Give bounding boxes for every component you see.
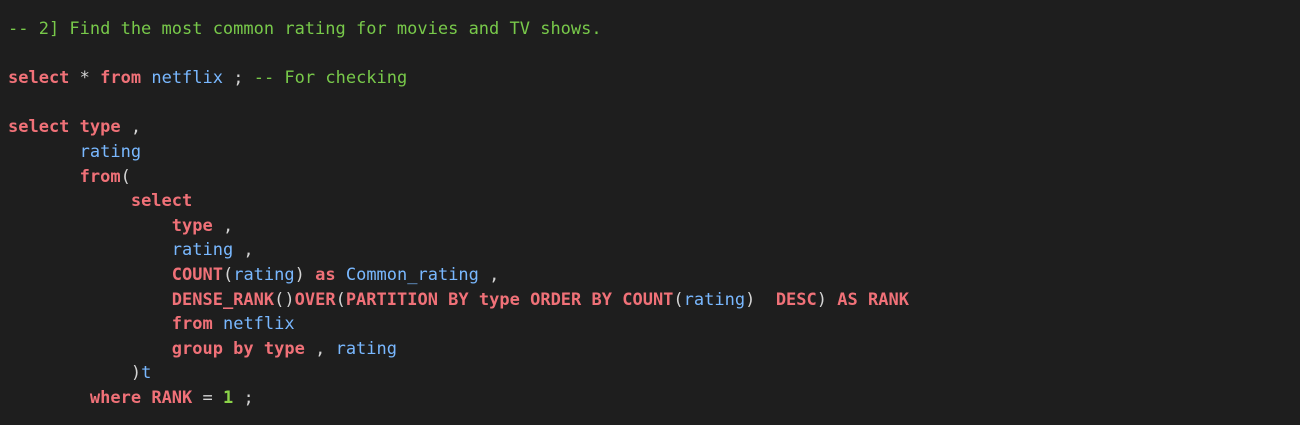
- code-keyword: select: [8, 117, 70, 138]
- code-punctuation: ,: [304, 338, 336, 359]
- code-line[interactable]: select: [8, 189, 1300, 214]
- code-keyword: OVER: [294, 289, 336, 310]
- code-keyword: where: [89, 387, 142, 408]
- code-identifier: rating: [79, 141, 142, 162]
- code-line[interactable]: )t: [8, 361, 1300, 386]
- code-keyword: type: [171, 215, 213, 236]
- code-keyword: ORDER BY: [530, 289, 612, 310]
- code-line[interactable]: [8, 42, 1300, 67]
- code-punctuation: ;: [223, 68, 254, 89]
- code-keyword: RANK: [867, 289, 909, 310]
- code-keyword: type: [79, 117, 121, 138]
- code-line[interactable]: from netflix: [8, 312, 1300, 337]
- code-line[interactable]: type ,: [8, 214, 1300, 239]
- code-comment: -- 2] Find the most common rating for mo…: [8, 19, 602, 39]
- code-keyword: DESC: [775, 289, 817, 310]
- code-punctuation: ,: [120, 117, 142, 138]
- code-keyword: COUNT: [171, 264, 223, 285]
- code-identifier: Common_rating: [345, 264, 479, 285]
- code-keyword: from: [171, 314, 213, 335]
- code-line[interactable]: group by type , rating: [8, 337, 1300, 362]
- code-keyword: from: [100, 68, 142, 89]
- code-area[interactable]: -- 2] Find the most common rating for mo…: [8, 17, 1300, 411]
- code-keyword: PARTITION BY: [345, 289, 469, 310]
- code-punctuation: (: [120, 166, 131, 187]
- code-line[interactable]: rating ,: [8, 238, 1300, 263]
- code-line[interactable]: [8, 91, 1300, 116]
- code-identifier: t: [141, 363, 152, 384]
- code-line[interactable]: where RANK = 1 ;: [8, 386, 1300, 411]
- code-line[interactable]: from(: [8, 165, 1300, 190]
- code-punctuation: ,: [233, 240, 254, 261]
- code-keyword: select: [130, 191, 193, 212]
- code-identifier: netflix: [151, 68, 223, 89]
- code-operator: =: [192, 387, 223, 408]
- code-identifier: rating: [335, 338, 397, 359]
- code-keyword: type: [263, 338, 305, 359]
- code-punctuation: ): [294, 264, 316, 285]
- code-line[interactable]: select * from netflix ; -- For checking: [8, 66, 1300, 91]
- code-keyword: select: [8, 68, 70, 89]
- code-keyword: type: [478, 289, 520, 310]
- code-line[interactable]: select type ,: [8, 115, 1300, 140]
- code-line[interactable]: COUNT(rating) as Common_rating ,: [8, 263, 1300, 288]
- code-punctuation: ): [130, 363, 142, 384]
- code-keyword: AS: [837, 289, 858, 310]
- code-punctuation: ,: [212, 215, 234, 236]
- code-keyword: RANK: [151, 387, 193, 408]
- code-identifier: rating: [683, 289, 746, 310]
- code-identifier: rating: [171, 240, 234, 261]
- code-keyword: COUNT: [622, 289, 674, 310]
- code-punctuation: ;: [233, 387, 254, 408]
- code-keyword: DENSE_RANK: [171, 289, 275, 310]
- code-comment: -- For checking: [253, 68, 408, 89]
- code-punctuation: ): [745, 289, 776, 310]
- code-punctuation: ,: [478, 264, 500, 285]
- code-keyword: from: [79, 166, 121, 187]
- code-identifier: netflix: [222, 314, 295, 335]
- code-keyword: group by: [171, 338, 254, 359]
- code-keyword: as: [315, 264, 336, 285]
- code-punctuation: (: [673, 289, 684, 310]
- code-number: 1: [223, 387, 234, 408]
- code-identifier: rating: [233, 264, 295, 285]
- code-punctuation: (): [274, 289, 295, 310]
- code-line[interactable]: DENSE_RANK()OVER(PARTITION BY type ORDER…: [8, 288, 1300, 313]
- code-punctuation: (: [222, 264, 234, 285]
- code-punctuation: ): [816, 289, 838, 310]
- code-editor[interactable]: -- 2] Find the most common rating for mo…: [0, 0, 1300, 425]
- code-punctuation: (: [335, 289, 346, 310]
- code-operator: *: [69, 68, 101, 89]
- code-line[interactable]: -- 2] Find the most common rating for mo…: [8, 17, 1300, 42]
- code-line[interactable]: rating: [8, 140, 1300, 165]
